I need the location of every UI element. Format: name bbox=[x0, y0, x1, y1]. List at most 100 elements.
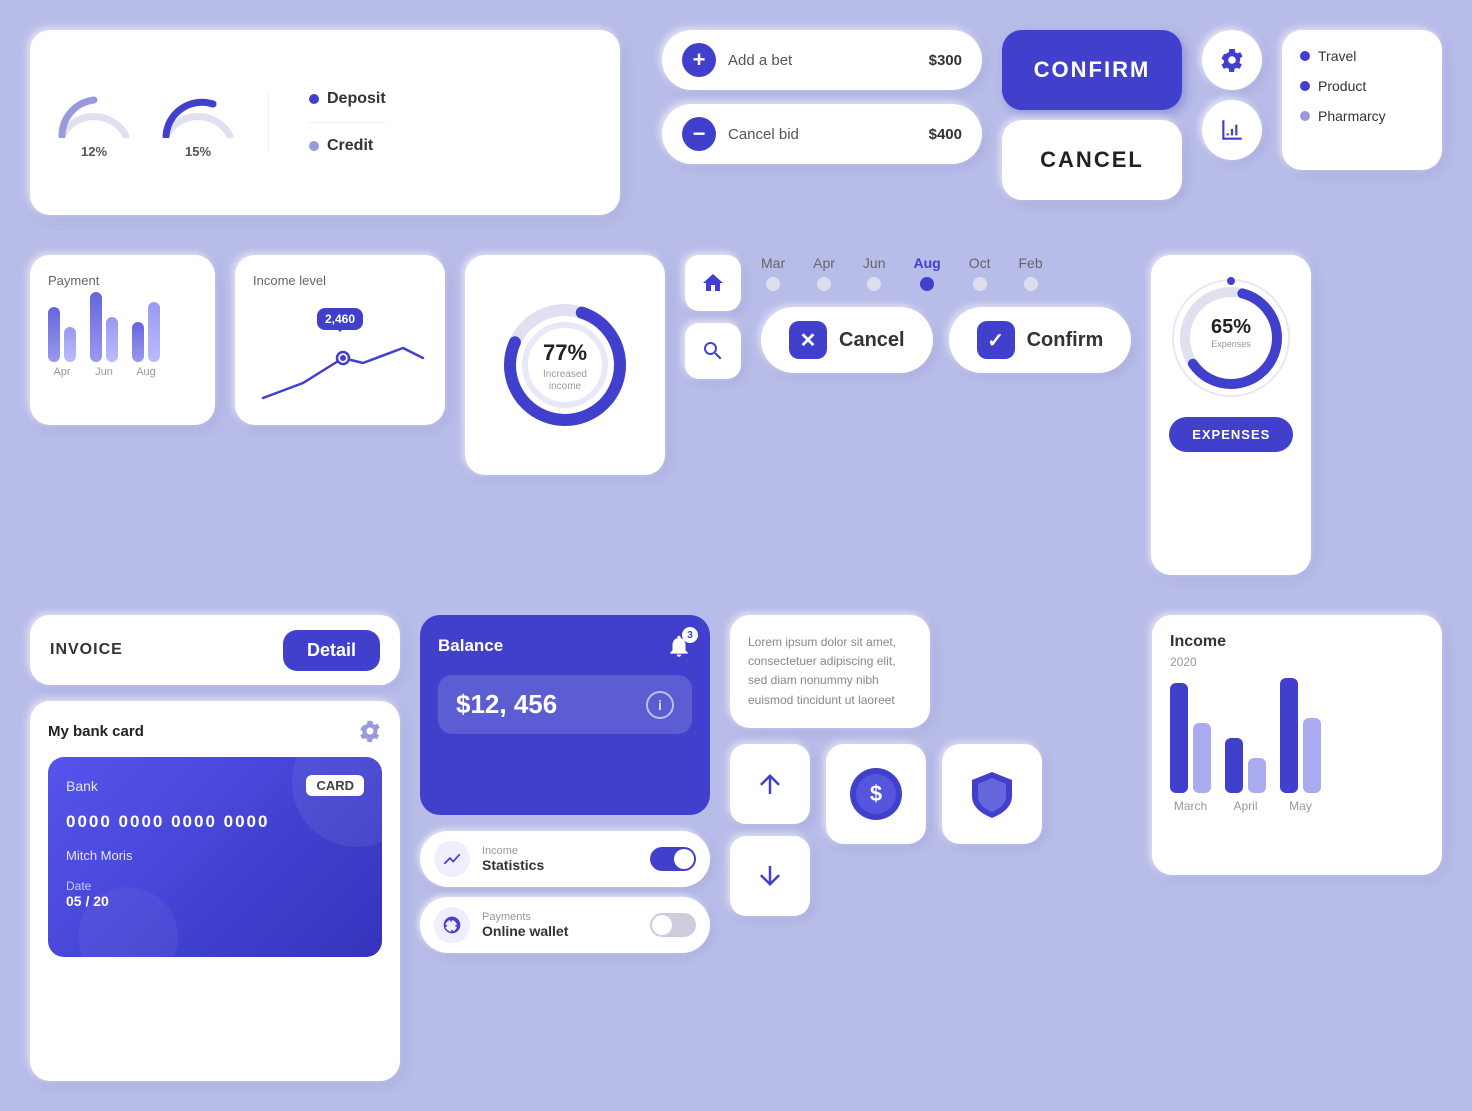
bank-label: Bank bbox=[66, 778, 98, 794]
plus-icon: + bbox=[682, 43, 716, 77]
nav-col bbox=[685, 255, 741, 379]
dot-deposit bbox=[309, 94, 319, 104]
donut-main-card: 77% Increased income bbox=[465, 255, 665, 475]
toggle-income-main: Statistics bbox=[482, 857, 638, 873]
bar-aug-pair bbox=[132, 302, 160, 362]
bar-apr-pair bbox=[48, 307, 76, 362]
detail-button[interactable]: Detail bbox=[283, 630, 380, 671]
invoice-card: INVOICE Detail bbox=[30, 615, 400, 685]
home-button[interactable] bbox=[685, 255, 741, 311]
category-pharmacy-label: Pharmarcy bbox=[1318, 108, 1386, 124]
bar-apr-1 bbox=[48, 307, 60, 362]
month-mar[interactable]: Mar bbox=[761, 255, 785, 291]
arrow-down-icon bbox=[755, 861, 785, 891]
chart-icon-button[interactable] bbox=[1202, 100, 1262, 160]
month-aug[interactable]: Aug bbox=[914, 255, 941, 291]
bar-apr-label: Apr bbox=[53, 366, 70, 378]
arrow-down-button[interactable] bbox=[730, 836, 810, 916]
svg-text:Expenses: Expenses bbox=[1212, 339, 1252, 349]
donut-label-text: Increased bbox=[543, 369, 587, 380]
income-bar-may-1 bbox=[1280, 678, 1298, 793]
sparkline-dot-inner bbox=[340, 355, 346, 361]
deposit-credit-card: 12% 15% Deposit Credit bbox=[30, 30, 620, 215]
left-col: INVOICE Detail My bank card Bank CARD bbox=[30, 615, 400, 1081]
month-feb[interactable]: Feb bbox=[1019, 255, 1043, 291]
expenses-card: 65% Expenses EXPENSES bbox=[1151, 255, 1311, 575]
income-bar-april: April bbox=[1225, 738, 1266, 813]
income-bar-march-pair bbox=[1170, 683, 1211, 793]
balance-card: Balance 3 $12, 456 i bbox=[420, 615, 710, 815]
dot-credit bbox=[309, 141, 319, 151]
bank-card-section: My bank card Bank CARD 0000 0000 0000 00… bbox=[30, 701, 400, 1081]
payment-title: Payment bbox=[48, 273, 197, 288]
income-bar-may-pair bbox=[1280, 678, 1321, 793]
add-bet-input[interactable]: + Add a bet $300 bbox=[662, 30, 982, 90]
income-level-title: Income level bbox=[253, 273, 427, 288]
action-btn-row: ✕ Cancel ✓ Confirm bbox=[761, 307, 1131, 373]
balance-amount: $12, 456 bbox=[456, 689, 557, 720]
month-jun[interactable]: Jun bbox=[863, 255, 886, 291]
cancel-bid-label: Cancel bid bbox=[728, 126, 917, 143]
income-chart-title: Income bbox=[1170, 633, 1424, 651]
toggle-payments-icon bbox=[434, 907, 470, 943]
income-bar-april-1 bbox=[1225, 738, 1243, 793]
invoice-label: INVOICE bbox=[50, 641, 123, 659]
check-icon: ✓ bbox=[977, 321, 1015, 359]
cancel-action-button[interactable]: ✕ Cancel bbox=[761, 307, 933, 373]
toggle-payments-switch[interactable] bbox=[650, 913, 696, 937]
shield-icon-square[interactable] bbox=[942, 744, 1042, 844]
cancel-bid-input[interactable]: − Cancel bid $400 bbox=[662, 104, 982, 164]
info-icon[interactable]: i bbox=[646, 691, 674, 719]
gear-icon bbox=[1219, 47, 1245, 73]
card-badge: CARD bbox=[306, 775, 364, 796]
add-bet-amount: $300 bbox=[929, 52, 962, 69]
expenses-button[interactable]: EXPENSES bbox=[1169, 417, 1293, 452]
month-apr[interactable]: Apr bbox=[813, 255, 835, 291]
month-oct-dot bbox=[973, 277, 987, 291]
dot-pharmacy bbox=[1300, 111, 1310, 121]
toggle-income-sub: Income bbox=[482, 845, 638, 857]
gear-icon-button[interactable] bbox=[1202, 30, 1262, 90]
arrow-up-button[interactable] bbox=[730, 744, 810, 824]
expenses-donut-wrap: 65% Expenses bbox=[1166, 273, 1296, 403]
gauge-item-2: 15% bbox=[158, 86, 238, 159]
payment-card: Payment Apr Jun bbox=[30, 255, 215, 425]
confirm-button[interactable]: CONFIRM bbox=[1002, 30, 1182, 110]
toggle-payments: Payments Online wallet bbox=[420, 897, 710, 953]
settings-icon[interactable] bbox=[358, 719, 382, 743]
bar-jun: Jun bbox=[90, 292, 118, 378]
coin-icon-square[interactable]: $ bbox=[826, 744, 926, 844]
category-product-label: Product bbox=[1318, 78, 1366, 94]
toggle-payments-text: Payments Online wallet bbox=[482, 911, 638, 939]
income-bar-may: May bbox=[1280, 678, 1321, 813]
category-travel: Travel bbox=[1300, 48, 1424, 64]
search-icon bbox=[701, 339, 725, 363]
month-selector: Mar Apr Jun Aug bbox=[761, 255, 1131, 291]
card-number-text: 0000 0000 0000 0000 bbox=[66, 812, 269, 831]
sparkline-area: 2,460 bbox=[253, 298, 427, 398]
category-pharmacy: Pharmarcy bbox=[1300, 108, 1424, 124]
cancel-action-label: Cancel bbox=[839, 329, 905, 352]
confirm-action-button[interactable]: ✓ Confirm bbox=[949, 307, 1132, 373]
bank-card-title: My bank card bbox=[48, 723, 144, 740]
toggle-income-knob bbox=[674, 849, 694, 869]
category-travel-label: Travel bbox=[1318, 48, 1356, 64]
gauge-item-1: 12% bbox=[54, 86, 134, 159]
toggle-payments-sub: Payments bbox=[482, 911, 638, 923]
income-bar-april-pair bbox=[1225, 738, 1266, 793]
svg-text:65%: 65% bbox=[1211, 316, 1251, 338]
gauge-arc-1 bbox=[54, 86, 134, 138]
toggle-income-stats: Income Statistics bbox=[420, 831, 710, 887]
month-oct[interactable]: Oct bbox=[969, 255, 991, 291]
card-date-label: Date bbox=[66, 879, 109, 893]
toggle-income-switch[interactable] bbox=[650, 847, 696, 871]
gauge-1-value: 12% bbox=[81, 144, 107, 159]
bank-card-header: My bank card bbox=[48, 719, 382, 743]
search-button[interactable] bbox=[685, 323, 741, 379]
month-aug-dot bbox=[920, 277, 934, 291]
cancel-button[interactable]: CANCEL bbox=[1002, 120, 1182, 200]
bar-aug-1 bbox=[132, 322, 144, 362]
cancel-bid-amount: $400 bbox=[929, 126, 962, 143]
income-bars: March April May bbox=[1170, 683, 1424, 813]
card-date-group: Date 05 / 20 bbox=[66, 879, 109, 909]
